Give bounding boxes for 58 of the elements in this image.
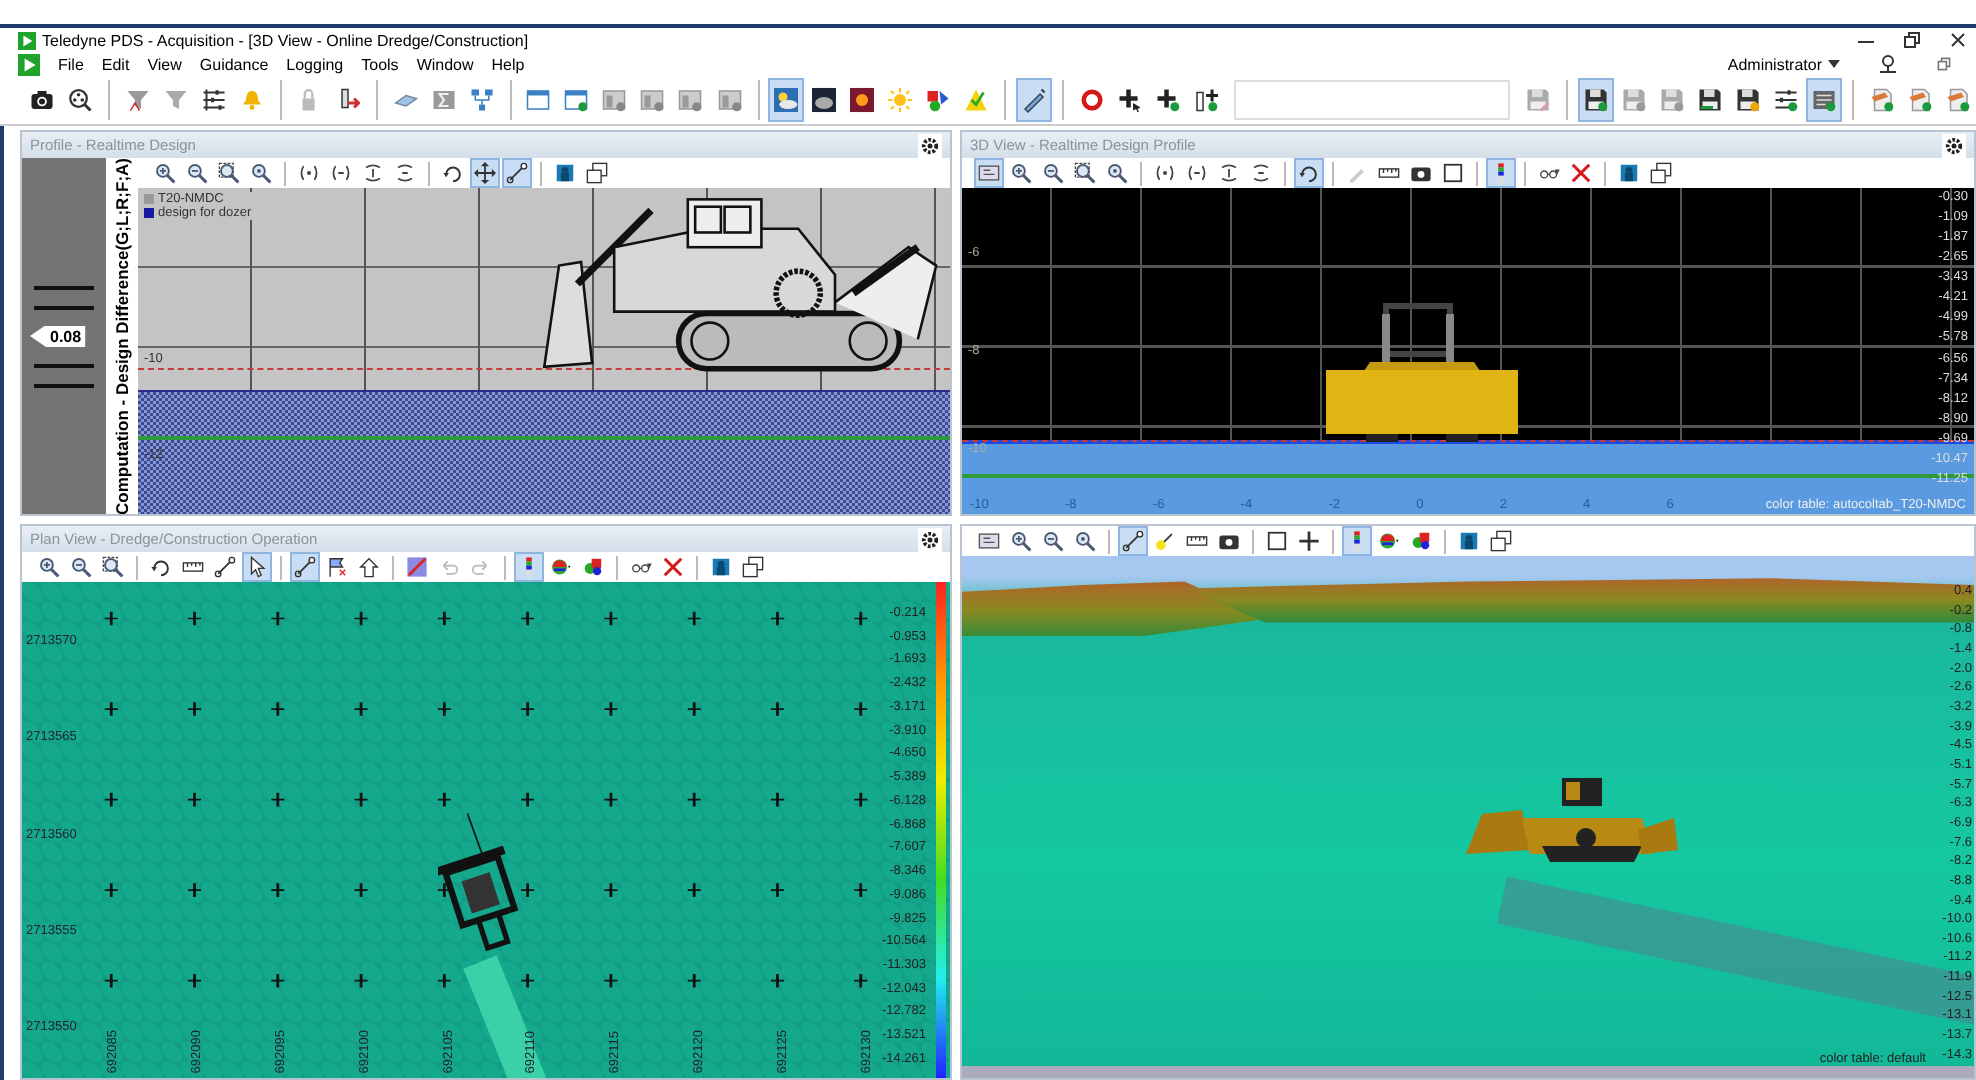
measure-icon[interactable] — [290, 552, 320, 582]
settings-icon[interactable] — [1942, 133, 1966, 157]
list-icon[interactable] — [1806, 78, 1843, 122]
zoom-out-icon[interactable] — [182, 158, 212, 188]
save-icon[interactable] — [1577, 78, 1614, 122]
windows-icon[interactable] — [582, 158, 612, 188]
restore-icon[interactable] — [1902, 30, 1922, 50]
menu-item[interactable]: Guidance — [199, 55, 269, 73]
probe-icon[interactable] — [1016, 78, 1053, 122]
menu-item[interactable]: Edit — [101, 55, 130, 73]
measure-icon[interactable] — [1118, 526, 1148, 556]
zoom-in-icon[interactable] — [1006, 158, 1036, 188]
zoom-extent-icon[interactable] — [1070, 526, 1100, 556]
rectangle-icon[interactable] — [1262, 526, 1292, 556]
zoom-out-icon[interactable] — [66, 552, 96, 582]
settings-icon[interactable] — [918, 527, 942, 551]
zoom-area-icon[interactable] — [214, 158, 244, 188]
menu-item[interactable]: Help — [491, 55, 525, 73]
input-field[interactable] — [1234, 80, 1511, 120]
menu-item[interactable]: View — [147, 55, 182, 73]
zoom-area-icon[interactable] — [98, 552, 128, 582]
rectangle-icon[interactable] — [1438, 158, 1468, 188]
zoom-in-icon[interactable] — [150, 158, 180, 188]
crosshair-icon[interactable] — [1294, 526, 1324, 556]
user-dropdown[interactable]: Administrator — [1727, 55, 1822, 73]
color-bar-icon[interactable] — [1342, 526, 1372, 556]
windows-icon[interactable] — [1646, 158, 1676, 188]
house-icon[interactable] — [354, 552, 384, 582]
color-bar-icon[interactable] — [1486, 158, 1516, 188]
zoom-in-icon[interactable] — [34, 552, 64, 582]
zoom-out-icon[interactable] — [1038, 526, 1068, 556]
windows-icon[interactable] — [738, 552, 768, 582]
zoom-area-icon[interactable] — [1070, 158, 1100, 188]
menu-item[interactable]: Logging — [286, 55, 344, 73]
move-icon[interactable] — [470, 158, 500, 188]
gauge-value: 0.08 — [30, 325, 86, 347]
measure-icon[interactable] — [210, 552, 240, 582]
app-icon — [18, 31, 36, 49]
palette-edit-icon[interactable] — [402, 552, 432, 582]
color-bar-icon[interactable] — [514, 552, 544, 582]
zoom-extent-icon[interactable] — [1102, 158, 1132, 188]
settings-icon[interactable] — [918, 133, 942, 157]
caret-icon[interactable] — [1828, 60, 1840, 68]
window-title: Teledyne PDS - Acquisition - [3D View - Online Dredge/Construction] — [42, 31, 529, 49]
close-icon[interactable] — [1948, 30, 1968, 50]
zoom-in-icon[interactable] — [1006, 526, 1036, 556]
axis-label: Computation - Design Difference(G;L;R;F;A) — [112, 157, 132, 514]
rotate-icon[interactable] — [1294, 158, 1324, 188]
zoom-extent-icon[interactable] — [246, 158, 276, 188]
menu-item[interactable]: Window — [416, 55, 474, 73]
menu-item[interactable]: File — [58, 55, 84, 73]
measure-icon[interactable] — [502, 158, 532, 188]
windows-icon[interactable] — [1486, 526, 1516, 556]
extent-icon[interactable] — [974, 158, 1004, 188]
menu-item[interactable]: Tools — [361, 55, 399, 73]
zoom-out-icon[interactable] — [1038, 158, 1068, 188]
cursor-icon[interactable] — [242, 552, 272, 582]
app-icon — [18, 53, 40, 75]
